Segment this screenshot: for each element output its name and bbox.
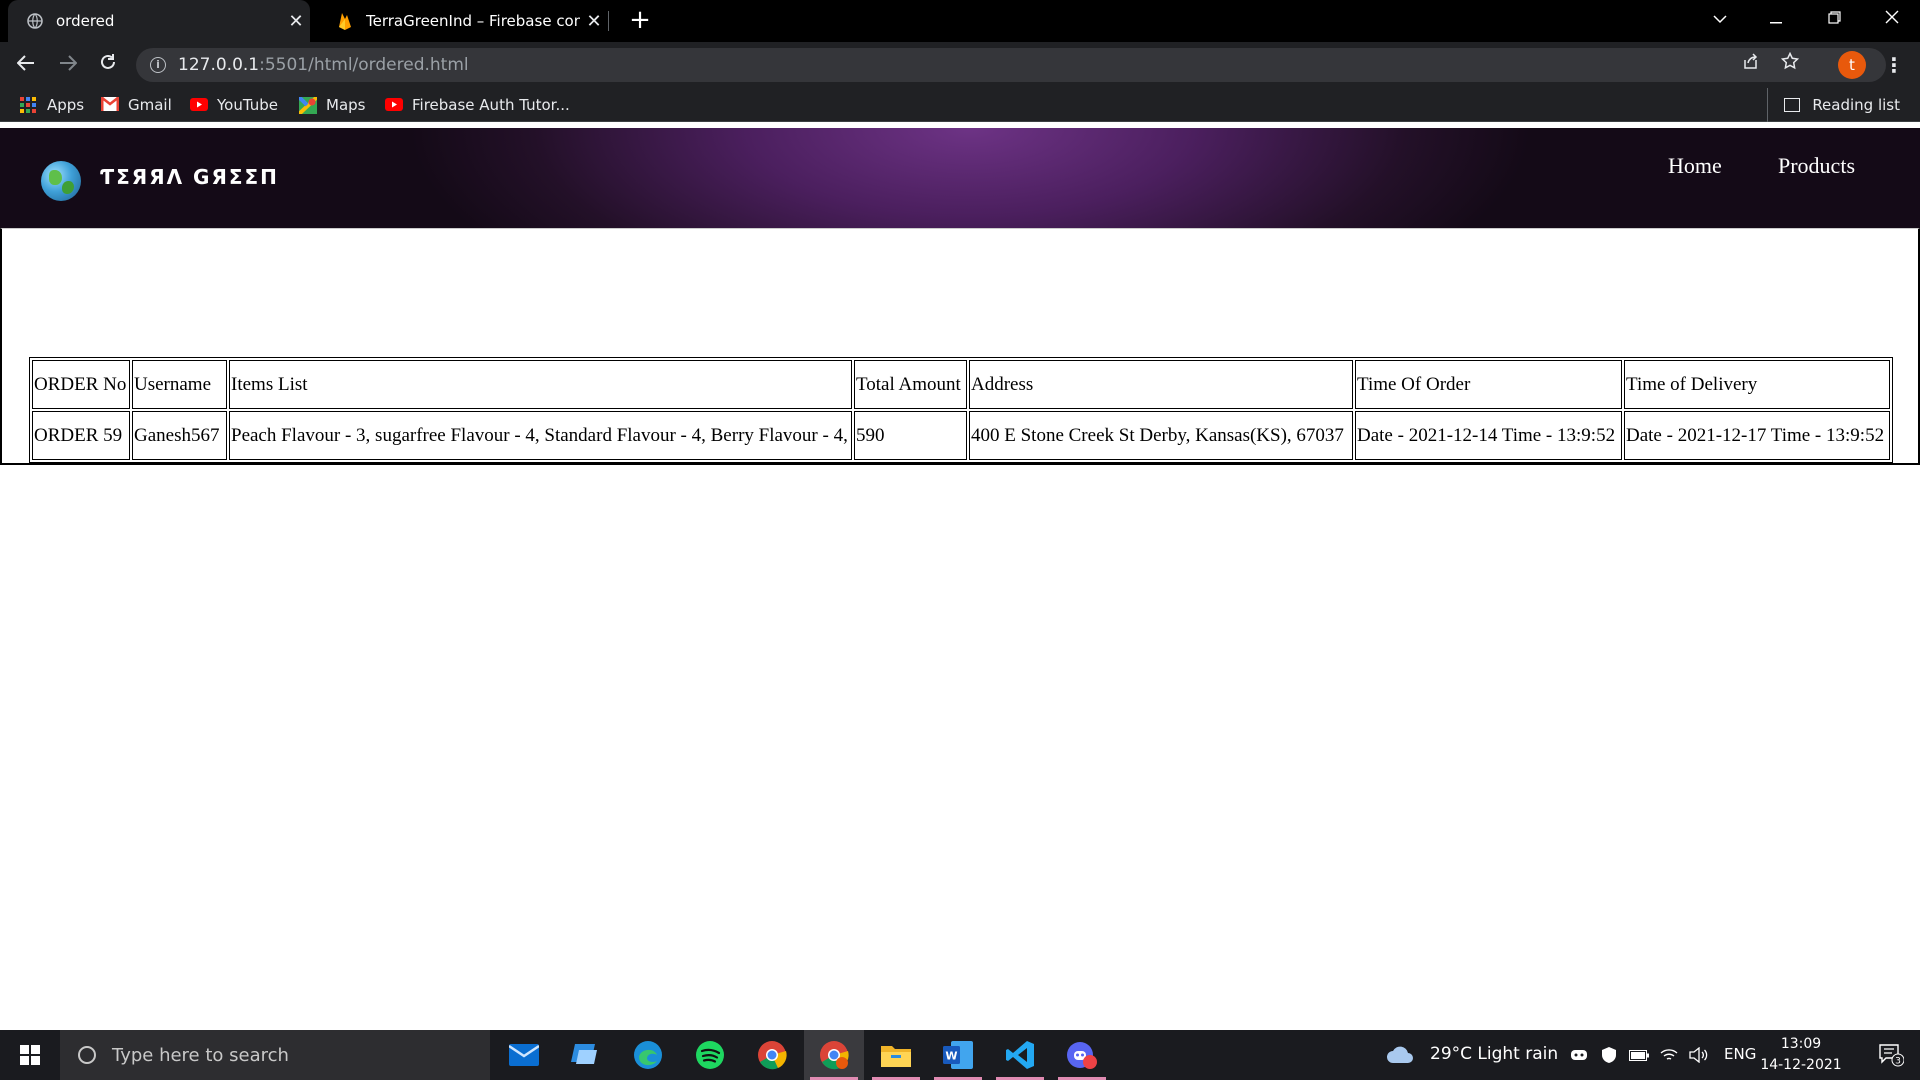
security-shield-icon[interactable] [1596,1030,1622,1080]
tab-title: TerraGreenInd – Firebase console [366,12,580,30]
close-window-button[interactable] [1864,0,1920,38]
url-host: 127.0.0.1 [178,55,260,75]
gmail-icon [100,96,120,113]
cell-address: 400 E Stone Creek St Derby, Kansas(KS), … [969,411,1353,460]
weather-text[interactable]: 29°C Light rain [1430,1044,1558,1064]
cell-items-list: Peach Flavour - 3, sugarfree Flavour - 4… [229,411,852,460]
reload-icon[interactable] [92,49,124,81]
cell-time-of-delivery: Date - 2021-12-17 Time - 13:9:52 [1624,411,1890,460]
youtube-icon [190,97,208,113]
share-icon[interactable] [1734,48,1766,82]
minimize-button[interactable] [1748,0,1804,38]
search-placeholder: Type here to search [112,1044,289,1066]
file-explorer-icon[interactable] [866,1030,926,1080]
taskbar-search-box[interactable]: Type here to search [60,1030,490,1080]
windows-store-app-icon[interactable] [556,1030,616,1080]
site-header: ƬΣЯЯΛ GЯΣΣП Home Products [0,128,1920,228]
header-items-list: Items List [229,360,852,409]
discord-app-icon[interactable] [1052,1030,1112,1080]
cell-order-no: ORDER 59 [32,411,130,460]
browser-tab-strip: ordered ✕ TerraGreenInd – Firebase conso… [0,0,1920,42]
tab-ordered[interactable]: ordered ✕ [8,0,310,42]
cell-total-amount: 590 [854,411,967,460]
header-time-of-order: Time Of Order [1355,360,1622,409]
bookmark-label: Firebase Auth Tutor... [412,96,570,114]
header-order-no: ORDER No [32,360,130,409]
globe-icon [26,12,44,30]
edge-browser-icon[interactable] [618,1030,678,1080]
nav-home-link[interactable]: Home [1668,153,1722,179]
volume-icon[interactable] [1686,1030,1712,1080]
word-app-icon[interactable]: W [928,1030,988,1080]
header-time-of-delivery: Time of Delivery [1624,360,1890,409]
bookmark-star-icon[interactable] [1774,48,1806,82]
taskbar-clock[interactable]: 13:09 14-12-2021 [1755,1034,1847,1076]
reading-list-label: Reading list [1812,96,1900,114]
language-indicator[interactable]: ENG [1724,1045,1756,1063]
tab-firebase-console[interactable]: TerraGreenInd – Firebase console ✕ [318,0,608,42]
profile-avatar[interactable]: t [1838,51,1866,79]
globe-logo-icon[interactable] [41,161,81,201]
chrome-app-icon[interactable] [742,1030,802,1080]
svg-text:W: W [945,1050,957,1063]
clock-time: 13:09 [1780,1036,1822,1052]
tab-divider [608,11,609,31]
spotify-app-icon[interactable] [680,1030,740,1080]
new-tab-button[interactable]: + [624,4,656,36]
mail-app-icon[interactable] [494,1030,554,1080]
header-total-amount: Total Amount [854,360,967,409]
back-arrow-icon[interactable] [10,49,42,81]
bookmark-gmail[interactable]: Gmail [100,88,172,122]
bookmark-label: Maps [326,96,366,114]
reading-list-icon [1784,98,1801,112]
cell-time-of-order: Date - 2021-12-14 Time - 13:9:52 [1355,411,1622,460]
notifications-icon[interactable]: 3 [1866,1030,1916,1080]
discord-tray-icon[interactable] [1566,1030,1592,1080]
bookmark-apps[interactable]: Apps [20,88,84,122]
firebase-icon [336,12,354,30]
chrome-profile-app-icon[interactable] [804,1030,864,1080]
header-username: Username [132,360,227,409]
header-address: Address [969,360,1353,409]
address-bar[interactable]: i 127.0.0.1:5501/html/ordered.html [136,48,1886,82]
youtube-icon [385,97,403,113]
search-icon [78,1046,96,1064]
windows-taskbar: Type here to search W 29°C Light rain EN… [0,1030,1920,1080]
bookmarks-bar: Apps Gmail YouTube Maps Firebase Auth Tu… [0,88,1920,122]
bookmark-label: Apps [47,96,85,114]
bookmark-maps[interactable]: Maps [297,88,366,122]
nav-products-link[interactable]: Products [1778,153,1855,179]
bookmark-firebase-auth[interactable]: Firebase Auth Tutor... [385,88,570,122]
table-header-row: ORDER No Username Items List Total Amoun… [32,360,1890,409]
svg-text:3: 3 [1895,1057,1901,1067]
forward-arrow-icon[interactable] [52,49,84,81]
weather-cloud-icon[interactable] [1380,1030,1420,1080]
browser-menu-icon[interactable]: ⋮ [1880,49,1908,81]
cell-username: Ganesh567 [132,411,227,460]
battery-icon[interactable] [1626,1030,1652,1080]
url-path: :5501/html/ordered.html [259,55,469,75]
site-info-icon[interactable]: i [150,57,166,73]
brand-name[interactable]: ƬΣЯЯΛ GЯΣΣП [100,165,279,189]
reading-list-button[interactable]: Reading list [1767,88,1900,122]
start-button[interactable] [0,1030,60,1080]
tab-search-chevron-icon[interactable] [1692,0,1748,38]
maps-icon [297,95,319,116]
apps-grid-icon [20,97,38,113]
orders-table: ORDER No Username Items List Total Amoun… [29,357,1893,463]
vscode-app-icon[interactable] [990,1030,1050,1080]
table-row: ORDER 59 Ganesh567 Peach Flavour - 3, su… [32,411,1890,460]
close-tab-icon[interactable]: ✕ [580,11,608,32]
wifi-icon[interactable] [1656,1030,1682,1080]
restore-button[interactable] [1806,0,1862,38]
windows-logo-icon [20,1045,40,1065]
bookmark-label: YouTube [217,96,278,114]
browser-toolbar: i 127.0.0.1:5501/html/ordered.html [0,42,1920,88]
tab-title: ordered [56,12,115,30]
close-tab-icon[interactable]: ✕ [282,11,310,32]
bookmark-youtube[interactable]: YouTube [190,88,278,122]
bookmark-label: Gmail [128,96,172,114]
clock-date: 14-12-2021 [1760,1057,1842,1073]
